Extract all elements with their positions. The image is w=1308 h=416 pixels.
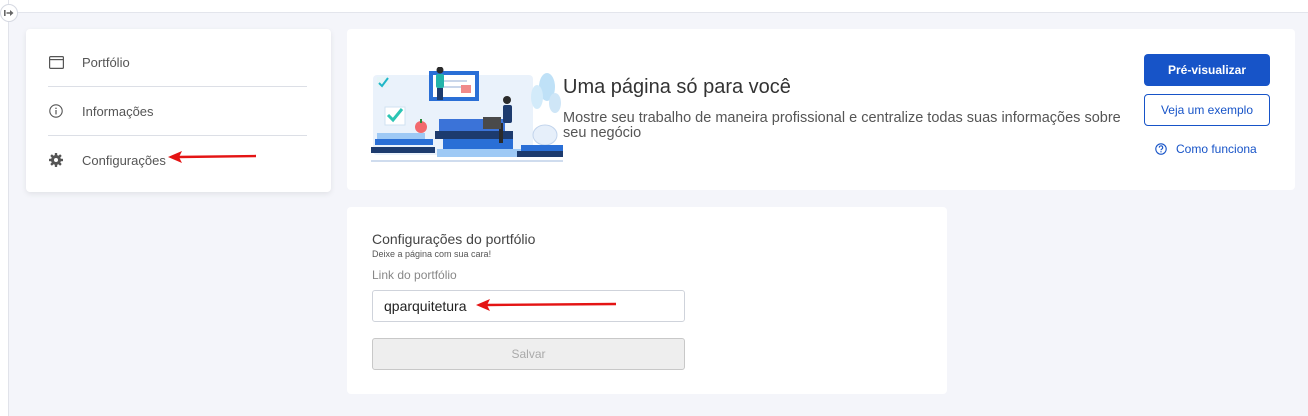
arrow-right-icon: [4, 10, 14, 16]
preview-button[interactable]: Pré-visualizar: [1144, 54, 1270, 86]
hero-title: Uma página só para você: [563, 76, 791, 98]
info-circle-icon: [48, 103, 64, 119]
save-button[interactable]: Salvar: [372, 338, 685, 370]
hero-banner: Uma página só para você Mostre seu traba…: [347, 29, 1295, 190]
portfolio-illustration: [371, 67, 563, 162]
portfolio-link-label: Link do portfólio: [372, 268, 457, 282]
hero-description: Mostre seu trabalho de maneira profissio…: [563, 110, 1121, 141]
sidebar-item-label: Portfólio: [82, 54, 130, 70]
annotation-arrow-icon: [168, 151, 257, 163]
window-icon: [48, 54, 64, 70]
sidebar-item-label: Informações: [82, 103, 154, 119]
sidebar-item-portfolio[interactable]: Portfólio: [48, 38, 308, 86]
settings-title: Configurações do portfólio: [372, 231, 536, 247]
settings-subtitle: Deixe a página com sua cara!: [372, 249, 492, 259]
top-bar: [0, 0, 1308, 13]
annotation-arrow-icon: [476, 299, 617, 311]
how-it-works-link[interactable]: Como funciona: [1155, 142, 1257, 156]
question-circle-icon: [1155, 143, 1167, 155]
portfolio-settings-card: Configurações do portfólio Deixe a págin…: [347, 207, 947, 394]
sidebar-item-label: Configurações: [82, 152, 166, 168]
left-rail: [0, 0, 9, 416]
sidebar-item-informacoes[interactable]: Informações: [48, 87, 308, 135]
gear-icon: [48, 152, 64, 168]
portfolio-sidebar: Portfólio Informações Configurações: [26, 29, 331, 192]
how-it-works-label: Como funciona: [1176, 142, 1257, 156]
expand-menu-button[interactable]: [0, 4, 18, 22]
example-button[interactable]: Veja um exemplo: [1144, 94, 1270, 126]
